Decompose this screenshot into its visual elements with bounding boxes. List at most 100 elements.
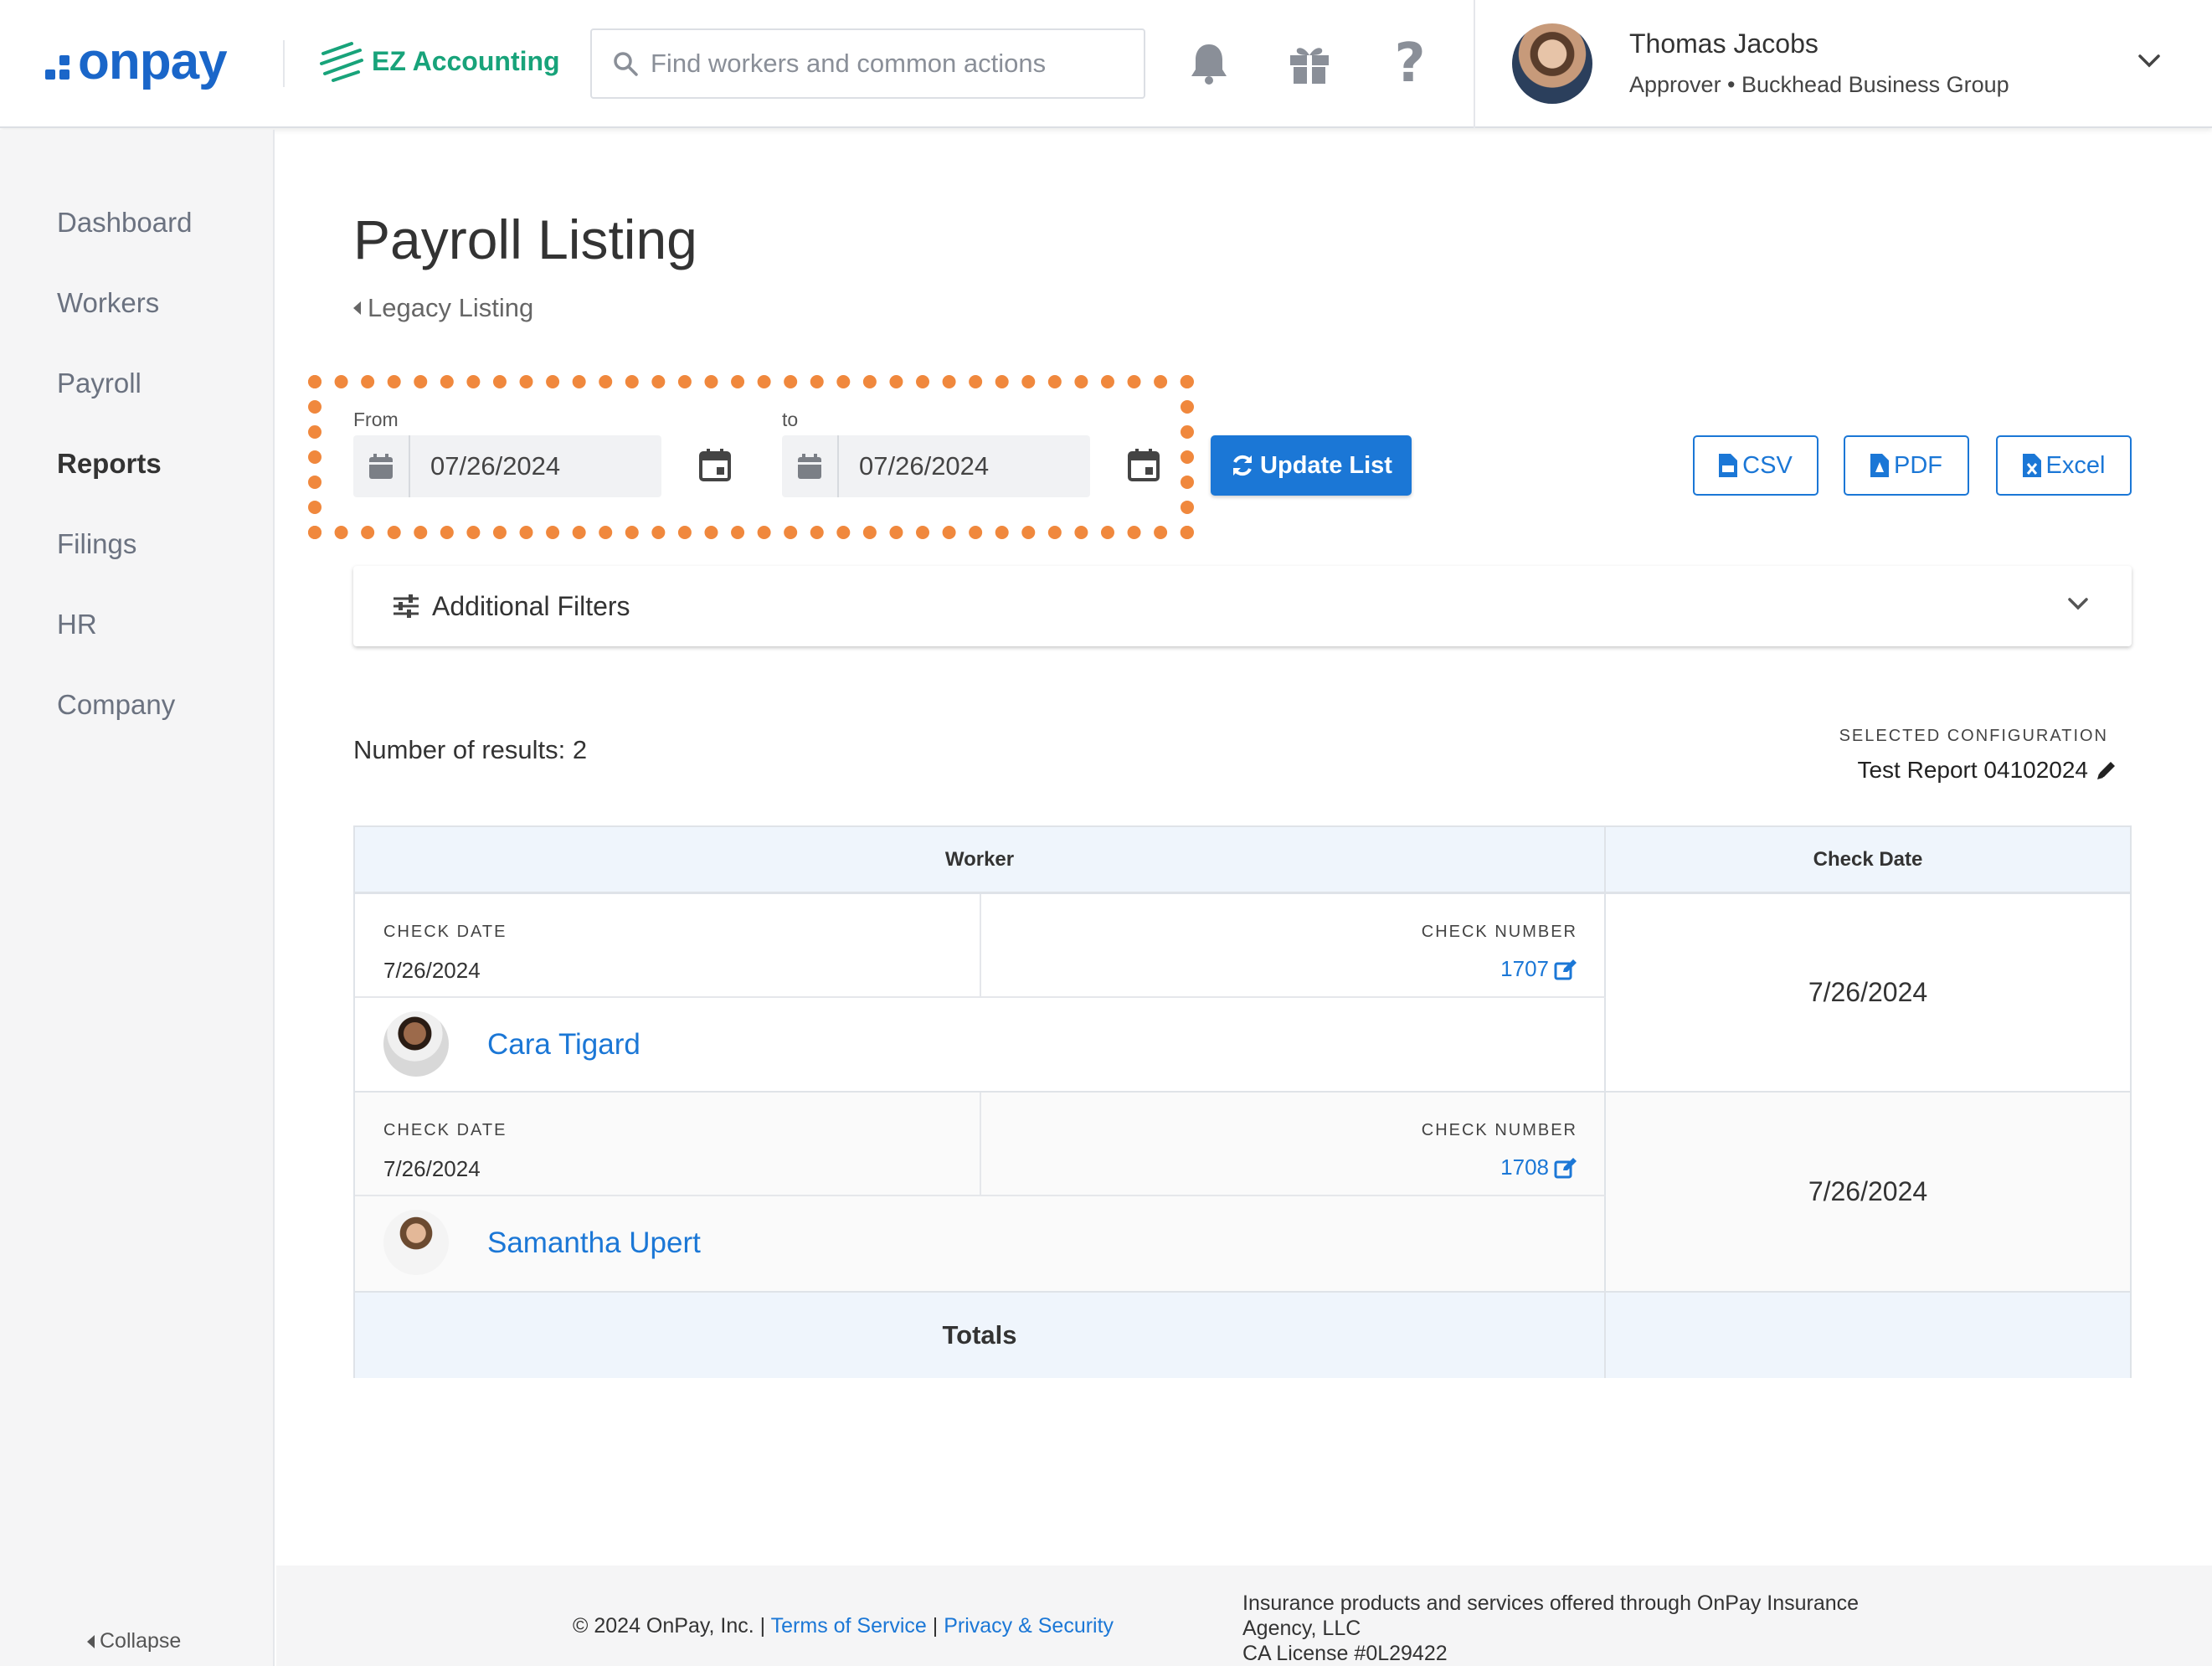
pdf-label: PDF [1894,451,1942,479]
onpay-logo[interactable]: onpay [45,32,228,91]
user-avatar[interactable] [1512,23,1592,104]
table-row: CHECK DATE 7/26/2024 CHECK NUMBER 1708 S… [355,1093,2130,1291]
user-name[interactable]: Thomas Jacobs [1629,28,1818,59]
worker-name-link[interactable]: Samantha Upert [487,1226,701,1260]
check-date-value: 7/26/2024 [383,1156,481,1181]
calendar-icon [782,435,839,497]
file-csv-icon [1719,454,1738,477]
check-number-link[interactable]: 1707 [1500,956,1577,982]
sidebar-item-dashboard[interactable]: Dashboard [57,207,192,239]
footer: © 2024 OnPay, Inc. | Terms of Service | … [276,1566,2212,1666]
check-date-column-value: 7/26/2024 [1808,1176,1928,1206]
footer-legal: © 2024 OnPay, Inc. | Terms of Service | … [573,1614,1114,1638]
insurance-line: Agency, LLC [1242,1617,1361,1640]
search-placeholder: Find workers and common actions [651,49,1047,78]
check-date-label: CHECK DATE [383,1121,507,1139]
check-date-label: CHECK DATE [383,923,507,941]
calendar-icon [699,449,731,481]
file-pdf-icon [1870,454,1889,477]
from-date-value: 07/26/2024 [430,451,561,481]
collapse-label: Collapse [100,1629,182,1653]
excel-export-button[interactable]: Excel [1996,435,2132,496]
additional-filters-panel[interactable]: Additional Filters [353,566,2132,646]
footer-separator: | [932,1614,939,1638]
check-date-value: 7/26/2024 [383,958,481,983]
check-number-cell: CHECK NUMBER 1708 [981,1093,1606,1196]
column-header-worker[interactable]: Worker [355,827,1606,894]
pdf-export-button[interactable]: PDF [1844,435,1969,496]
sidebar-item-reports[interactable]: Reports [57,448,162,480]
sidebar-item-hr[interactable]: HR [57,609,97,640]
sidebar-item-payroll[interactable]: Payroll [57,368,141,399]
insurance-line: CA License #0L29422 [1242,1642,1448,1665]
user-role: Approver • Buckhead Business Group [1629,72,2009,97]
collapse-sidebar-button[interactable]: Collapse [87,1629,181,1653]
check-number-label: CHECK NUMBER [1421,923,1577,941]
from-label: From [353,409,399,430]
insurance-notice: Insurance products and services offered … [1242,1591,1912,1666]
ez-accounting-text: EZ Accounting [372,45,560,76]
check-number-link[interactable]: 1708 [1500,1154,1577,1180]
copyright-text: © 2024 OnPay, Inc. | [573,1614,766,1638]
from-date-input[interactable]: 07/26/2024 [353,435,661,497]
check-date-cell: CHECK DATE 7/26/2024 [355,894,981,998]
header-divider [1474,0,1475,128]
onpay-logo-text: onpay [78,33,228,90]
refresh-icon [1233,455,1253,476]
to-calendar-button[interactable] [1127,447,1160,486]
selected-configuration-label: SELECTED CONFIGURATION [1839,727,2108,745]
sidebar-item-filings[interactable]: Filings [57,528,136,560]
check-number-value: 1707 [1500,956,1549,981]
to-date-input[interactable]: 07/26/2024 [782,435,1090,497]
to-label: to [782,409,799,430]
worker-avatar [383,1011,449,1077]
sidebar-item-company[interactable]: Company [57,689,175,721]
calendar-icon [1128,449,1160,481]
caret-left-icon [87,1634,95,1648]
sidebar-item-workers[interactable]: Workers [57,287,159,319]
totals-row: Totals [355,1291,2130,1378]
update-list-label: Update List [1260,451,1392,479]
terms-link[interactable]: Terms of Service [771,1614,927,1638]
caret-left-icon [353,301,361,315]
help-icon[interactable]: ? [1385,33,1435,95]
check-number-value: 1708 [1500,1154,1549,1180]
privacy-link[interactable]: Privacy & Security [944,1614,1114,1638]
legacy-listing-link[interactable]: Legacy Listing [353,293,533,323]
pencil-icon[interactable] [2095,758,2118,782]
sidebar: Dashboard Workers Payroll Reports Filing… [0,130,275,1666]
worker-cell: Cara Tigard [355,998,1606,1091]
column-header-check-date[interactable]: Check Date [1606,827,2130,894]
search-icon [614,52,638,76]
file-excel-icon [2022,454,2041,477]
additional-filters-label: Additional Filters [432,590,630,621]
insurance-line: Insurance products and services offered … [1242,1591,1860,1615]
check-date-cell: CHECK DATE 7/26/2024 [355,1093,981,1196]
worker-avatar [383,1210,449,1275]
payroll-table: Worker Check Date CHECK DATE 7/26/2024 C… [353,825,2132,1378]
bell-icon[interactable] [1184,39,1234,89]
check-number-cell: CHECK NUMBER 1707 [981,894,1606,998]
totals-label: Totals [355,1293,1606,1378]
gift-icon[interactable] [1284,39,1335,89]
check-number-label: CHECK NUMBER [1421,1121,1577,1139]
csv-export-button[interactable]: CSV [1693,435,1818,496]
search-input[interactable]: Find workers and common actions [590,28,1145,99]
excel-label: Excel [2045,451,2106,479]
from-calendar-button[interactable] [698,447,732,486]
chevron-down-icon [2066,596,2090,617]
ez-accounting-logo[interactable]: EZ Accounting [318,39,560,84]
selected-configuration-value[interactable]: Test Report 04102024 [1857,757,2118,784]
results-count: Number of results: 2 [353,735,588,764]
ez-accounting-icon [320,42,363,82]
worker-name-link[interactable]: Cara Tigard [487,1028,640,1062]
legacy-listing-label: Legacy Listing [368,293,534,322]
chevron-down-icon[interactable] [2137,52,2162,75]
configuration-name: Test Report 04102024 [1857,757,2088,783]
sliders-icon [394,594,419,618]
page-title: Payroll Listing [353,208,697,270]
check-date-column-value: 7/26/2024 [1808,977,1928,1007]
update-list-button[interactable]: Update List [1211,435,1412,496]
edit-icon [1554,959,1577,980]
edit-icon [1554,1157,1577,1178]
